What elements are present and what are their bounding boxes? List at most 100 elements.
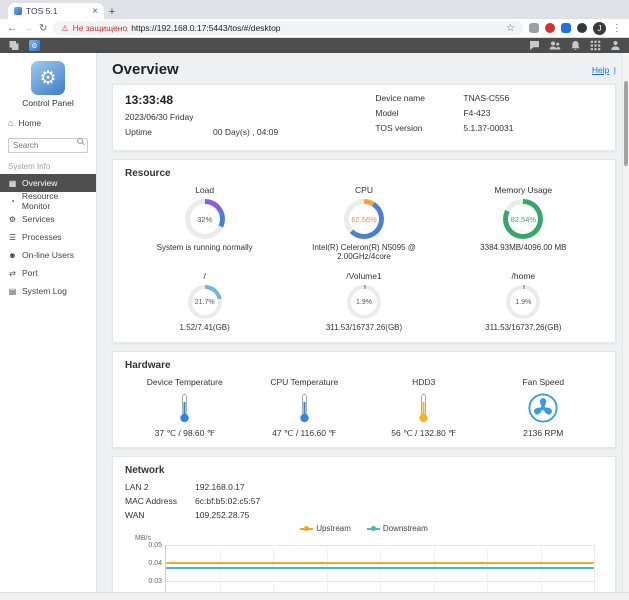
extension-icon[interactable] [529, 23, 539, 33]
legend-downstream[interactable]: Downstream [366, 524, 428, 533]
chart-plot-area: 0.05 0.04 0.03 0.02 0.01 0.00 [148, 542, 595, 592]
sidebar-item-home[interactable]: ⌂ Home [0, 115, 96, 131]
volume-home-donut: 1.9% [506, 285, 541, 319]
legend-upstream[interactable]: Upstream [300, 524, 351, 533]
browser-menu-icon[interactable]: ⋮ [612, 23, 622, 34]
fan-speed-item: Fan Speed 2136 RPM [522, 377, 565, 438]
home-icon: ⌂ [8, 118, 14, 128]
control-panel-title: Control Panel [22, 98, 74, 108]
load-gauge: Load 32% System is running normally [156, 185, 253, 252]
help-separator: | [613, 65, 616, 75]
model-row: Model F4-423 [375, 108, 603, 118]
volume-root-donut: 21.7% [187, 285, 222, 319]
users-icon[interactable] [549, 40, 561, 51]
help-area: Help | [592, 60, 616, 78]
chart-legend: Upstream Downstream [125, 524, 603, 533]
lan-row: LAN 2 192.168.0.17 [125, 482, 245, 492]
sidebar-item-overview[interactable]: ▦ Overview [0, 174, 96, 192]
sidebar-item-label: System Log [22, 286, 67, 296]
help-link[interactable]: Help [592, 65, 609, 75]
message-icon[interactable] [529, 40, 540, 51]
device-temperature-item: Device Temperature 37 ℃ / 98.60 ℉ [146, 377, 223, 438]
memory-gauge: Memory Usage 82.54% 3384.93MB/4096.00 MB [480, 185, 567, 252]
control-panel-task-icon[interactable]: ⚙ [29, 40, 40, 51]
y-tick: 0.03 [148, 578, 162, 586]
hardware-card: Hardware Device Temperature 37 ℃ / 98.60… [112, 351, 616, 448]
browser-window: TOS 5.1 × + ← → ↻ ⚠ Не защищено https://… [0, 0, 629, 600]
sidebar-item-resource-monitor[interactable]: ◔ Resource Monitor [0, 191, 96, 211]
account-icon[interactable] [610, 40, 621, 51]
sidebar-item-system-log[interactable]: ▤ System Log [0, 282, 96, 300]
model-value: F4-423 [463, 108, 491, 118]
apps-grid-icon[interactable] [590, 40, 601, 51]
memory-donut: 82.54% [503, 199, 544, 239]
uptime-row: Uptime 00 Day(s) , 04:09 [125, 127, 375, 137]
tab-close-icon[interactable]: × [92, 6, 98, 17]
back-icon[interactable]: ← [7, 23, 17, 34]
current-time: 13:33:48 [125, 93, 174, 107]
resource-card-title: Resource [125, 168, 171, 179]
cpu-temperature-item: CPU Temperature 47 ℃ / 116.60 ℉ [270, 377, 339, 438]
extension-icon[interactable] [545, 23, 555, 33]
network-card-title: Network [125, 465, 165, 476]
sidebar-search [8, 135, 88, 153]
processes-icon: ☰ [8, 232, 17, 242]
thermometer-icon [298, 392, 311, 423]
sidebar-item-services[interactable]: ⚙ Services [0, 210, 96, 228]
load-donut: 32% [184, 199, 225, 239]
downstream-marker-icon [366, 526, 380, 531]
sidebar-item-port[interactable]: ⇄ Port [0, 264, 96, 282]
search-input[interactable] [8, 138, 88, 153]
current-date: 2023/06/30 Friday [125, 112, 194, 122]
sidebar-item-processes[interactable]: ☰ Processes [0, 228, 96, 246]
security-warning-text: Не защищено [72, 23, 128, 33]
model-label: Model [375, 108, 399, 118]
tos-version-row: TOS version 5.1.37-00031 [375, 123, 603, 133]
resource-monitor-icon: ◔ [10, 196, 15, 206]
scrollbar-thumb[interactable] [624, 81, 628, 166]
extension-icon[interactable] [577, 23, 587, 33]
cpu-donut: 62.56% [343, 199, 384, 239]
sidebar-item-label: Port [22, 268, 38, 278]
volume-home-gauge: /home 1.9% 311.53/16737.26(GB) [485, 271, 562, 332]
upstream-marker-icon [300, 526, 314, 531]
security-warning-icon: ⚠ [61, 23, 69, 33]
upstream-line [166, 562, 594, 565]
network-chart: MB/s 0.05 0.04 0.03 [135, 535, 595, 592]
online-users-icon: ☻ [8, 250, 17, 260]
uptime-label: Uptime [125, 127, 152, 137]
page-scrollbar[interactable] [622, 53, 629, 592]
tab-title: TOS 5.1 [26, 6, 58, 16]
overview-icon: ▦ [8, 178, 17, 188]
notifications-bell-icon[interactable] [570, 40, 581, 51]
y-axis-unit-label: MB/s [135, 535, 151, 542]
address-bar[interactable]: ⚠ Не защищено https://192.168.0.17:5443/… [53, 21, 523, 35]
tos-taskbar: ⚙ [0, 38, 629, 53]
downstream-line [166, 566, 594, 569]
network-card: Network LAN 2 192.168.0.17 MAC Address 6… [112, 456, 616, 592]
system-log-icon: ▤ [8, 286, 17, 296]
sidebar-item-label: On-line Users [22, 250, 74, 260]
home-label: Home [18, 118, 42, 128]
device-name-label: Device name [375, 93, 425, 103]
bookmark-star-icon[interactable]: ☆ [506, 23, 515, 34]
reload-icon[interactable]: ↻ [39, 23, 47, 34]
y-tick: 0.05 [148, 542, 162, 549]
new-tab-button[interactable]: + [104, 4, 120, 19]
sidebar: ⚙ Control Panel ⌂ Home System Info ▦ Ove… [0, 53, 97, 592]
profile-avatar[interactable]: J [593, 21, 606, 35]
sidebar-item-label: Overview [22, 178, 58, 188]
device-name-value: TNAS-C556 [463, 93, 510, 103]
sidebar-section-label: System Info [8, 162, 51, 171]
sidebar-item-online-users[interactable]: ☻ On-line Users [0, 246, 96, 264]
browser-tab[interactable]: TOS 5.1 × [8, 3, 104, 19]
device-name-row: Device name TNAS-C556 [375, 93, 603, 103]
forward-icon[interactable]: → [23, 23, 33, 34]
show-desktop-icon[interactable] [8, 40, 20, 51]
window-bottom-edge [0, 592, 629, 600]
sidebar-item-label: Services [22, 214, 55, 224]
port-icon: ⇄ [9, 268, 16, 278]
hdd-temperature-item: HDD3 56 ℃ / 132.80 ℉ [391, 377, 457, 438]
extension-icon[interactable] [561, 23, 571, 33]
thermometer-icon [178, 392, 191, 423]
